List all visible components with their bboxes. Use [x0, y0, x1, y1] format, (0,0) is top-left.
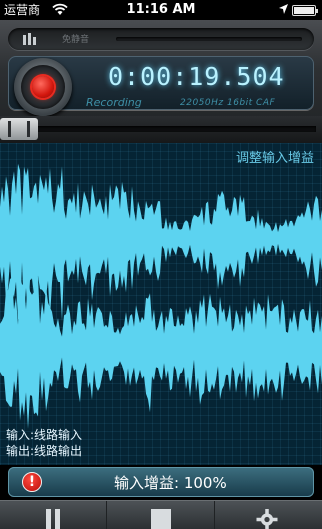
- input-source-label: 输入:线路输入: [6, 428, 83, 442]
- recorder-panel: 免静音 0:00:19.504 Recording 22050Hz 16bit …: [0, 20, 322, 143]
- waveform-graphic: [0, 163, 322, 429]
- battery-icon: [292, 5, 318, 16]
- gear-icon: [256, 509, 278, 529]
- mute-label: 免静音: [62, 35, 90, 45]
- waveform-channel: [0, 163, 322, 322]
- warning-icon: !: [22, 472, 42, 492]
- pause-icon: [46, 509, 60, 529]
- adjust-gain-link[interactable]: 调整输入增益: [236, 147, 314, 166]
- record-button[interactable]: [14, 58, 72, 116]
- mute-toggle[interactable]: 免静音: [8, 28, 314, 50]
- position-slider-track[interactable]: [0, 126, 316, 132]
- mute-track: [116, 37, 302, 41]
- status-bar: 运营商 11:16 AM: [0, 0, 322, 20]
- mute-icon: [23, 33, 36, 45]
- audio-format-label: 22050Hz 16bit CAF: [180, 98, 276, 108]
- status-time: 11:16 AM: [126, 2, 196, 17]
- toolbar-stop-button[interactable]: [107, 501, 215, 529]
- output-source-label: 输出:线路输出: [6, 444, 83, 458]
- position-slider-thumb[interactable]: [0, 118, 38, 140]
- input-gain-bar[interactable]: ! 输入增益: 100%: [8, 467, 314, 497]
- toolbar-settings-button[interactable]: [215, 501, 322, 529]
- toolbar-pause-button[interactable]: [0, 501, 107, 529]
- record-button-ring: [21, 65, 65, 109]
- input-gain-label: 输入增益: 100%: [114, 474, 227, 492]
- recording-state-label: Recording: [86, 96, 142, 109]
- waveform-channel: [0, 275, 322, 429]
- position-slider-row: [0, 116, 322, 143]
- location-arrow-icon: [279, 4, 288, 14]
- bottom-toolbar: [0, 500, 322, 529]
- waveform-view: 调整输入增益 输入:线路输入 输出:线路输出: [0, 143, 322, 465]
- stop-icon: [151, 509, 171, 529]
- recording-timer: 0:00:19.504: [108, 62, 285, 91]
- record-icon: [32, 76, 54, 98]
